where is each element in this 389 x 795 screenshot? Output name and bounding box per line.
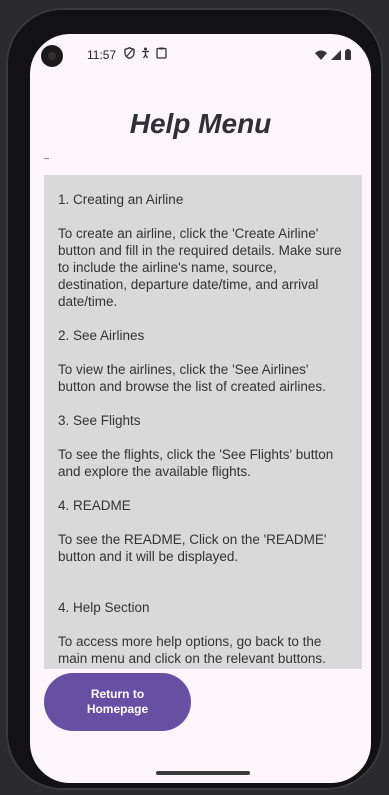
divider [44,158,49,159]
shield-icon [124,47,135,59]
section-body: To create an airline, click the 'Create … [58,226,342,309]
accessibility-icon [141,47,150,59]
camera-icon [41,45,63,67]
device-frame: 11:57 Help Menu 1. Creating an Airline T… [0,0,389,795]
page-title: Help Menu [129,108,272,139]
section-body: To see the flights, click the 'See Fligh… [58,447,334,479]
return-to-homepage-button[interactable]: Return to Homepage [44,673,191,731]
help-section-see-airlines: 2. See Airlines To view the airlines, cl… [58,327,348,395]
section-body: To access more help options, go back to … [58,634,326,666]
section-heading: 4. Help Section [58,600,150,615]
help-section-see-flights: 3. See Flights To see the flights, click… [58,412,348,480]
status-right-icons [315,49,351,60]
section-body: To view the airlines, click the 'See Air… [58,362,326,394]
signal-icon [331,49,341,60]
status-bar: 11:57 [30,34,371,78]
section-heading: 1. Creating an Airline [58,192,184,207]
section-heading: 2. See Airlines [58,328,145,343]
status-time: 11:57 [87,48,117,62]
section-heading: 3. See Flights [58,413,141,428]
help-section-help: 4. Help Section To access more help opti… [58,599,348,667]
section-heading: 4. README [58,498,131,513]
app-screen: 11:57 Help Menu 1. Creating an Airline T… [30,34,371,783]
home-indicator[interactable] [156,771,250,775]
help-content-panel: 1. Creating an Airline To create an airl… [44,175,362,669]
battery-icon [345,49,351,60]
wifi-icon [315,50,327,60]
status-left-icons [124,47,167,59]
clipboard-icon [156,47,167,59]
phone-bezel: 11:57 Help Menu 1. Creating an Airline T… [6,8,383,790]
section-body: To see the README, Click on the 'README'… [58,532,327,564]
help-section-creating-airline: 1. Creating an Airline To create an airl… [58,191,348,310]
help-section-readme: 4. README To see the README, Click on th… [58,497,348,565]
